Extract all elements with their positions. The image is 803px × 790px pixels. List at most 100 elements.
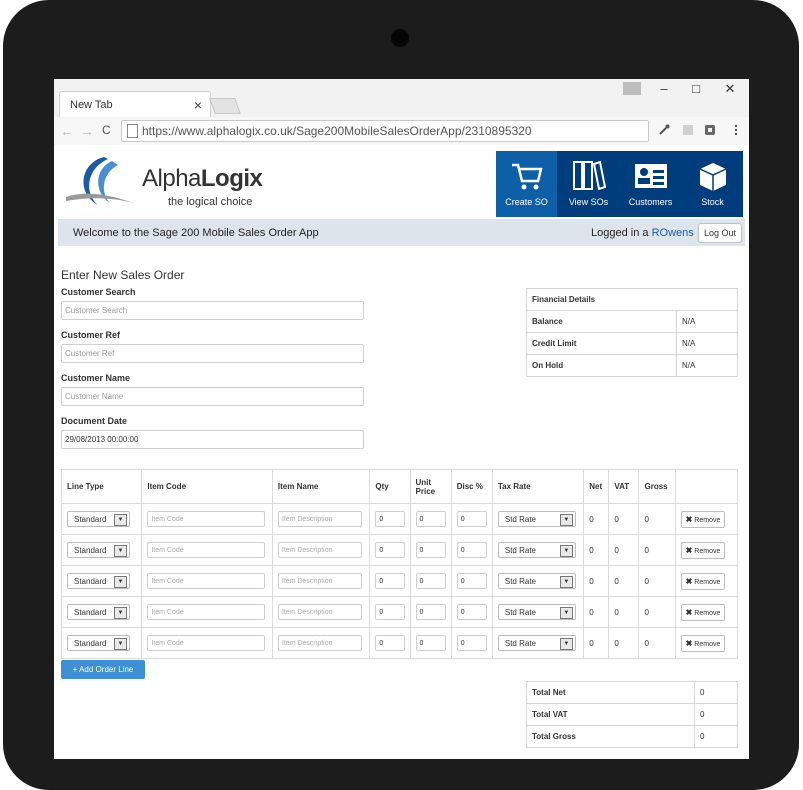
vat-value: 0 <box>608 565 640 597</box>
line-type-select[interactable]: Standard ▼ <box>67 542 130 558</box>
document-date-input[interactable]: 29/08/2013 00:00:00 <box>61 430 364 449</box>
unit-price-input[interactable]: 0 <box>415 635 446 651</box>
screen: New Tab × – □ ✕ ← → C https://www.alphal… <box>54 79 749 759</box>
table-row: Credit Limit N/A <box>526 332 738 355</box>
browser-tab[interactable]: New Tab × <box>59 91 211 118</box>
disc-input[interactable]: 0 <box>456 542 487 558</box>
nav-create-so[interactable]: Create SO <box>496 151 557 217</box>
unit-price-input[interactable]: 0 <box>415 573 446 589</box>
qty-input[interactable]: 0 <box>375 573 406 589</box>
unit-price-input[interactable]: 0 <box>415 604 446 620</box>
pdf-icon[interactable] <box>682 124 694 136</box>
url-input[interactable]: https://www.alphalogix.co.uk/Sage200Mobi… <box>121 120 649 142</box>
tab-title: New Tab <box>70 99 113 111</box>
qty-input[interactable]: 0 <box>375 635 406 651</box>
nav-stock[interactable]: Stock <box>682 151 743 217</box>
customer-search-input[interactable]: Customer Search <box>61 301 364 320</box>
chevron-down-icon: ▼ <box>559 576 573 588</box>
item-code-input[interactable]: Item Code <box>147 573 266 589</box>
line-type-select[interactable]: Standard ▼ <box>67 604 130 620</box>
profile-icon[interactable] <box>623 82 641 95</box>
customer-ref-input[interactable]: Customer Ref <box>61 344 364 363</box>
minimize-button[interactable]: – <box>650 81 678 96</box>
tax-rate-select[interactable]: Std Rate ▼ <box>497 635 576 651</box>
nav-view-sos[interactable]: View SOs <box>558 151 619 217</box>
remove-button[interactable]: ✖ Remove <box>680 634 726 652</box>
chevron-down-icon: ▼ <box>559 638 573 650</box>
brand-tagline: the logical choice <box>168 196 253 208</box>
customer-search-label: Customer Search <box>61 287 136 297</box>
line-type-select[interactable]: Standard ▼ <box>67 573 130 589</box>
chevron-down-icon: ▼ <box>114 514 127 526</box>
customer-name-input[interactable]: Customer Name <box>61 387 364 406</box>
total-net-label: Total Net <box>526 681 695 704</box>
menu-icon[interactable] <box>730 124 742 136</box>
close-icon: ✖ <box>685 638 693 648</box>
table-row: Total VAT 0 <box>526 703 738 726</box>
disc-input[interactable]: 0 <box>456 635 487 651</box>
item-name-input[interactable]: Item Description <box>277 542 362 558</box>
total-gross-label: Total Gross <box>526 725 695 748</box>
tab-close-icon[interactable]: × <box>194 97 202 113</box>
qty-input[interactable]: 0 <box>375 542 406 558</box>
table-row: Total Gross 0 <box>526 725 738 748</box>
vat-value: 0 <box>608 596 640 628</box>
qty-input[interactable]: 0 <box>375 511 406 527</box>
qty-input[interactable]: 0 <box>375 604 406 620</box>
remove-button[interactable]: ✖ Remove <box>680 510 726 528</box>
box-icon <box>699 163 727 191</box>
new-tab-button[interactable] <box>209 98 241 114</box>
close-icon: ✖ <box>685 514 693 524</box>
item-code-input[interactable]: Item Code <box>147 542 266 558</box>
tax-rate-select[interactable]: Std Rate ▼ <box>497 604 576 620</box>
eyedropper-icon[interactable] <box>658 124 670 136</box>
back-icon[interactable]: ← <box>60 123 74 139</box>
line-type-select[interactable]: Standard ▼ <box>67 511 130 527</box>
welcome-bar: Welcome to the Sage 200 Mobile Sales Ord… <box>58 219 745 246</box>
browser-tab-bar: New Tab × – □ ✕ <box>54 79 749 118</box>
tax-rate-select[interactable]: Std Rate ▼ <box>497 542 576 558</box>
reload-icon[interactable]: C <box>102 123 111 137</box>
vat-value: 0 <box>608 627 640 659</box>
username-link[interactable]: ROwens <box>652 227 694 239</box>
logout-button[interactable]: Log Out <box>698 223 742 243</box>
disc-input[interactable]: 0 <box>456 511 487 527</box>
binders-icon <box>573 160 606 191</box>
extension-icon[interactable] <box>704 124 716 136</box>
add-order-line-button[interactable]: + Add Order Line <box>61 660 145 679</box>
line-type-select[interactable]: Standard ▼ <box>67 635 130 651</box>
close-window-button[interactable]: ✕ <box>716 81 744 97</box>
nav-label: Create SO <box>505 197 548 207</box>
table-row: Standard ▼ Item Code Item Description 0 0… <box>60 596 739 628</box>
tax-rate-select[interactable]: Std Rate ▼ <box>497 573 576 589</box>
maximize-button[interactable]: □ <box>682 81 710 96</box>
table-row: Total Net 0 <box>526 681 738 704</box>
tax-rate-select[interactable]: Std Rate ▼ <box>497 511 576 527</box>
logged-in-status: Logged in a ROwens <box>591 227 694 239</box>
table-row: Standard ▼ Item Code Item Description 0 0… <box>60 627 739 659</box>
disc-input[interactable]: 0 <box>456 573 487 589</box>
welcome-message: Welcome to the Sage 200 Mobile Sales Ord… <box>73 227 319 239</box>
chevron-down-icon: ▼ <box>559 514 573 526</box>
forward-icon[interactable]: → <box>80 123 94 139</box>
column-header: Qty <box>369 469 411 504</box>
remove-button[interactable]: ✖ Remove <box>680 603 726 621</box>
item-code-input[interactable]: Item Code <box>147 604 266 620</box>
totals-table: Total Net 0 Total VAT 0 Total Gross 0 <box>526 681 738 748</box>
item-code-input[interactable]: Item Code <box>147 635 266 651</box>
remove-button[interactable]: ✖ Remove <box>680 572 726 590</box>
item-name-input[interactable]: Item Description <box>277 635 362 651</box>
nav-customers[interactable]: Customers <box>620 151 681 217</box>
disc-input[interactable]: 0 <box>456 604 487 620</box>
unit-price-input[interactable]: 0 <box>415 511 446 527</box>
chevron-down-icon: ▼ <box>114 638 127 650</box>
remove-button[interactable]: ✖ Remove <box>680 541 726 559</box>
item-code-input[interactable]: Item Code <box>147 511 266 527</box>
unit-price-input[interactable]: 0 <box>415 542 446 558</box>
item-name-input[interactable]: Item Description <box>277 604 362 620</box>
on-hold-label: On Hold <box>526 354 677 377</box>
item-name-input[interactable]: Item Description <box>277 511 362 527</box>
close-icon: ✖ <box>685 576 693 586</box>
net-value: 0 <box>583 534 610 566</box>
item-name-input[interactable]: Item Description <box>277 573 362 589</box>
